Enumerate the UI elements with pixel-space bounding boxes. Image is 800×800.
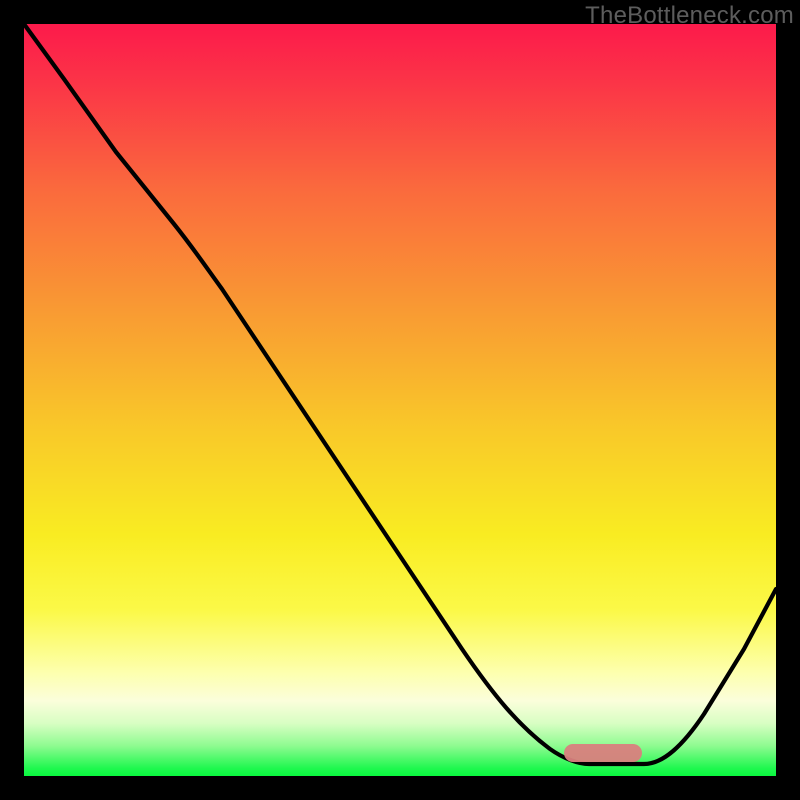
plot-area <box>24 24 776 776</box>
curve-path <box>24 24 776 764</box>
optimal-marker <box>564 744 642 762</box>
watermark-text: TheBottleneck.com <box>585 2 794 30</box>
bottleneck-curve <box>24 24 776 776</box>
chart-frame: TheBottleneck.com <box>0 0 800 800</box>
